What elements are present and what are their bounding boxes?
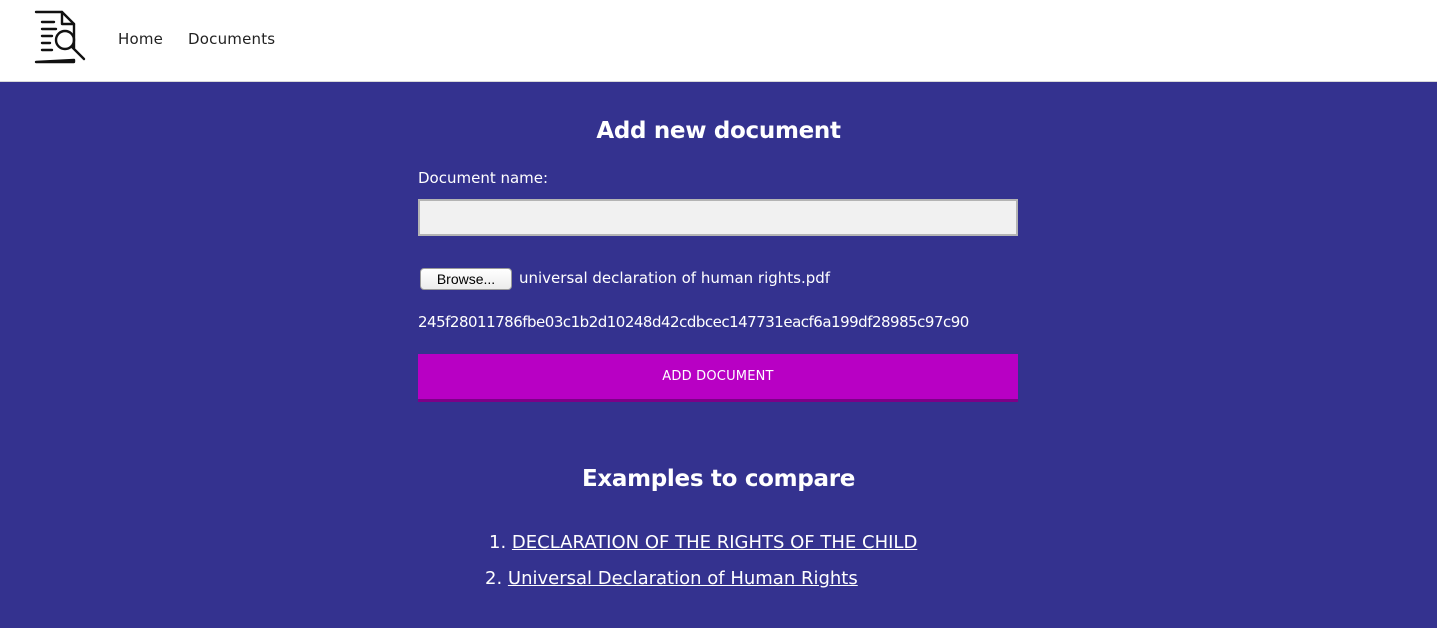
example-link[interactable]: Universal Declaration of Human Rights — [508, 568, 858, 589]
document-hash: 245f28011786fbe03c1b2d10248d42cdbcec1477… — [418, 313, 969, 331]
main-content: Add new document Document name: Browse..… — [0, 83, 1437, 628]
list-item-number: 2. — [485, 568, 503, 589]
example-link[interactable]: DECLARATION OF THE RIGHTS OF THE CHILD — [512, 532, 917, 553]
document-search-icon[interactable] — [32, 8, 88, 66]
add-document-title: Add new document — [596, 118, 841, 144]
add-document-button[interactable]: ADD DOCUMENT — [418, 354, 1018, 402]
selected-file-name: universal declaration of human rights.pd… — [519, 269, 831, 287]
nav-documents-link[interactable]: Documents — [188, 30, 275, 48]
document-name-label: Document name: — [418, 169, 549, 187]
browse-button[interactable]: Browse... — [420, 268, 512, 290]
list-item: 2. Universal Declaration of Human Rights — [485, 568, 858, 589]
examples-title: Examples to compare — [581, 466, 856, 492]
document-name-input[interactable] — [418, 199, 1018, 236]
nav-home-link[interactable]: Home — [118, 30, 163, 48]
list-item-number: 1. — [489, 532, 507, 553]
top-navbar: Home Documents — [0, 0, 1437, 82]
list-item: 1. DECLARATION OF THE RIGHTS OF THE CHIL… — [489, 532, 917, 553]
